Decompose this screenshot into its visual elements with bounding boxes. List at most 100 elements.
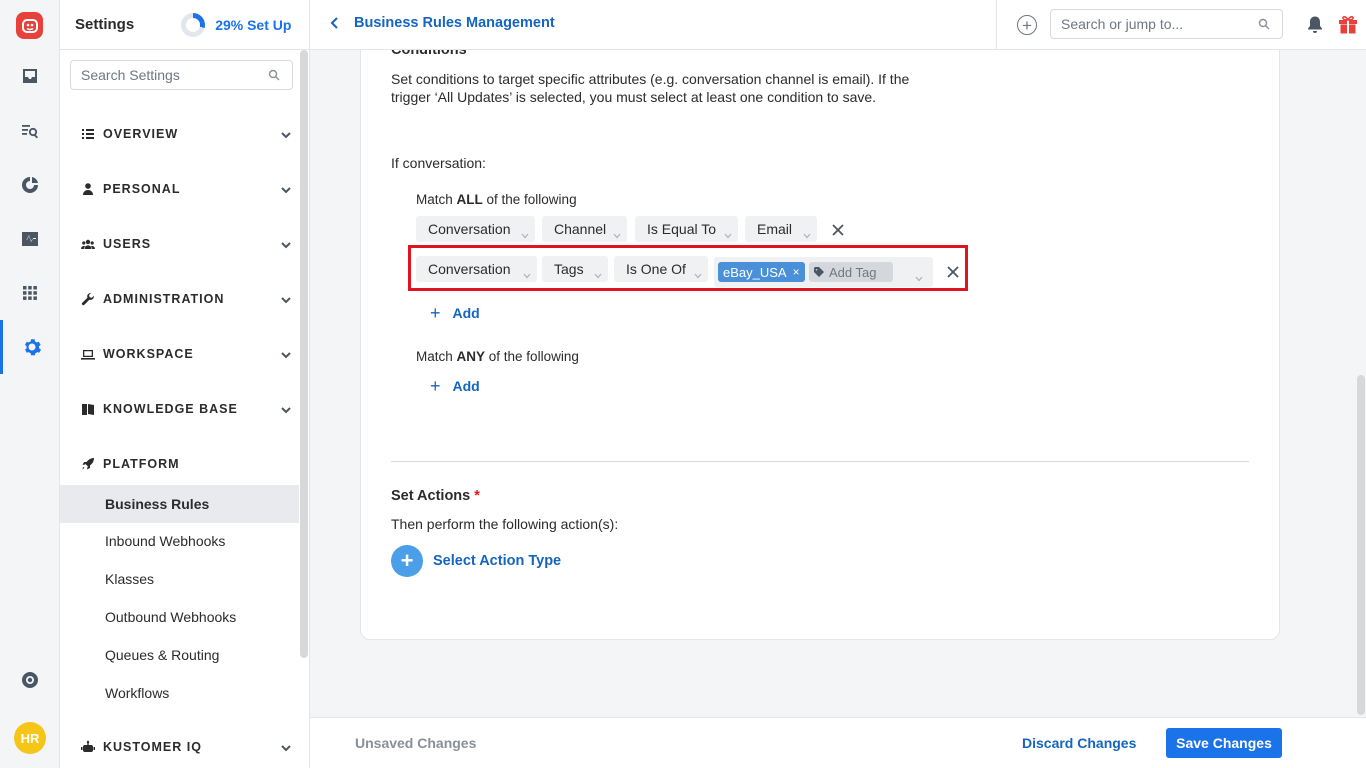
settings-gear-icon[interactable] — [0, 320, 60, 374]
nav-group-personal[interactable]: PERSONAL — [80, 179, 291, 199]
section-divider — [391, 461, 1249, 462]
sidebar-item-workflows[interactable]: Workflows — [60, 674, 299, 712]
sidebar-item-queues-routing[interactable]: Queues & Routing — [60, 636, 299, 674]
actions-description: Then perform the following action(s): — [391, 516, 619, 532]
settings-sidebar: Settings 29% Set Up Search Settings OVER… — [60, 0, 310, 768]
nav-group-label: PLATFORM — [103, 457, 180, 471]
condition-field-select[interactable]: Tags — [542, 256, 608, 282]
gift-icon[interactable] — [1337, 13, 1359, 35]
remove-condition-close-icon[interactable] — [946, 265, 960, 279]
sidebar-header: Settings 29% Set Up — [60, 0, 309, 50]
help-lifebuoy-icon[interactable] — [0, 660, 60, 700]
actions-heading: Set Actions * — [391, 488, 480, 504]
reports-icon[interactable] — [0, 165, 60, 205]
tag-multiselect[interactable]: eBay_USA × Add Tag — [714, 257, 933, 287]
sidebar-item-klasses[interactable]: Klasses — [60, 560, 299, 598]
add-all-condition-button[interactable]: + Add — [430, 304, 480, 322]
tag-chip-ebay-usa: eBay_USA × — [718, 262, 805, 282]
nav-group-platform[interactable]: PLATFORM — [80, 454, 280, 474]
sidebar-item-business-rules[interactable]: Business Rules — [60, 485, 299, 523]
breadcrumb-title[interactable]: Business Rules Management — [354, 15, 555, 31]
chevron-down-icon — [803, 226, 811, 239]
actions-heading-text: Set Actions — [391, 488, 471, 504]
condition-operator-select[interactable]: Is One Of — [614, 256, 708, 282]
condition-value-select[interactable]: Email — [745, 216, 817, 242]
condition-object-value: Conversation — [428, 261, 511, 277]
match-any-word: ANY — [456, 349, 486, 364]
discard-changes-button[interactable]: Discard Changes — [1022, 735, 1136, 751]
search-icon — [1258, 18, 1270, 30]
match-all-label: Match ALL of the following — [416, 192, 577, 207]
conditions-heading: Conditions — [391, 50, 467, 58]
conditions-description: Set conditions to target specific attrib… — [391, 71, 910, 105]
select-action-type-button[interactable]: + Select Action Type — [391, 545, 561, 577]
setup-progress[interactable]: 29% Set Up — [181, 12, 292, 37]
condition-operator-select[interactable]: Is Equal To — [635, 216, 738, 242]
add-label: Add — [452, 305, 480, 321]
notification-bell-icon[interactable] — [1306, 15, 1324, 35]
inbox-icon[interactable] — [0, 56, 60, 96]
sidebar-title: Settings — [75, 16, 135, 33]
sidebar-scrollbar[interactable] — [300, 50, 308, 658]
nav-group-label: KUSTOMER IQ — [103, 740, 202, 754]
person-icon — [80, 181, 96, 197]
match-all-word: ALL — [456, 192, 483, 207]
users-icon — [80, 236, 96, 252]
condition-operator-value: Is Equal To — [647, 221, 717, 237]
user-avatar[interactable]: HR — [14, 722, 46, 754]
condition-object-select[interactable]: Conversation — [416, 256, 537, 282]
book-icon — [80, 401, 96, 417]
nav-group-label: OVERVIEW — [103, 127, 179, 141]
activity-icon[interactable] — [0, 219, 60, 259]
nav-group-knowledge-base[interactable]: KNOWLEDGE BASE — [80, 399, 291, 419]
rule-editor-card: Conditions Set conditions to target spec… — [360, 50, 1280, 640]
chevron-down-icon — [694, 266, 702, 279]
search-icon — [268, 69, 280, 81]
sidebar-item-inbound-webhooks[interactable]: Inbound Webhooks — [60, 522, 299, 560]
logo-face-icon — [21, 18, 38, 33]
condition-operator-value: Is One Of — [626, 261, 686, 277]
chevron-down-icon — [280, 128, 292, 140]
match-prefix: Match — [416, 349, 457, 364]
match-prefix: Match — [416, 192, 457, 207]
nav-group-workspace[interactable]: WORKSPACE — [80, 344, 291, 364]
app-logo[interactable] — [16, 12, 43, 39]
global-search-input[interactable]: Search or jump to... — [1050, 9, 1283, 39]
main-scrollbar[interactable] — [1357, 375, 1365, 715]
required-mark: * — [474, 488, 480, 504]
nav-group-users[interactable]: USERS — [80, 234, 291, 254]
chevron-down-icon — [280, 741, 292, 753]
settings-search-input[interactable]: Search Settings — [70, 60, 293, 90]
sidebar-item-outbound-webhooks[interactable]: Outbound Webhooks — [60, 598, 299, 636]
breadcrumb[interactable]: Business Rules Management — [330, 15, 555, 31]
remove-condition-close-icon[interactable] — [831, 223, 845, 237]
condition-value-value: Email — [757, 221, 793, 237]
add-tag-input[interactable]: Add Tag — [809, 262, 893, 282]
wrench-icon — [80, 291, 96, 307]
apps-grid-icon[interactable] — [0, 273, 60, 313]
select-action-label: Select Action Type — [433, 553, 562, 569]
condition-object-select[interactable]: Conversation — [416, 216, 535, 242]
plus-icon: + — [430, 376, 441, 396]
global-search-placeholder: Search or jump to... — [1061, 16, 1184, 32]
nav-group-administration[interactable]: ADMINISTRATION — [80, 289, 291, 309]
condition-field-value: Tags — [554, 261, 584, 277]
nav-group-overview[interactable]: OVERVIEW — [80, 124, 291, 144]
chevron-down-icon — [280, 293, 292, 305]
add-any-condition-button[interactable]: + Add — [430, 377, 480, 395]
footer-bar: Unsaved Changes Discard Changes Save Cha… — [310, 717, 1366, 768]
nav-group-label: WORKSPACE — [103, 347, 194, 361]
search-list-icon[interactable] — [0, 111, 60, 151]
nav-group-label: ADMINISTRATION — [103, 292, 225, 306]
settings-search-placeholder: Search Settings — [81, 67, 180, 83]
tag-remove-icon[interactable]: × — [793, 265, 800, 279]
condition-field-select[interactable]: Channel — [542, 216, 627, 242]
setup-progress-label: 29% Set Up — [215, 16, 292, 33]
nav-group-label: PERSONAL — [103, 182, 181, 196]
chevron-left-icon[interactable] — [330, 16, 340, 30]
nav-group-kustomer-iq[interactable]: KUSTOMER IQ — [80, 737, 291, 757]
create-plus-icon[interactable]: + — [1017, 15, 1037, 35]
condition-object-value: Conversation — [428, 221, 511, 237]
chevron-down-icon — [280, 183, 292, 195]
save-changes-button[interactable]: Save Changes — [1166, 728, 1282, 758]
